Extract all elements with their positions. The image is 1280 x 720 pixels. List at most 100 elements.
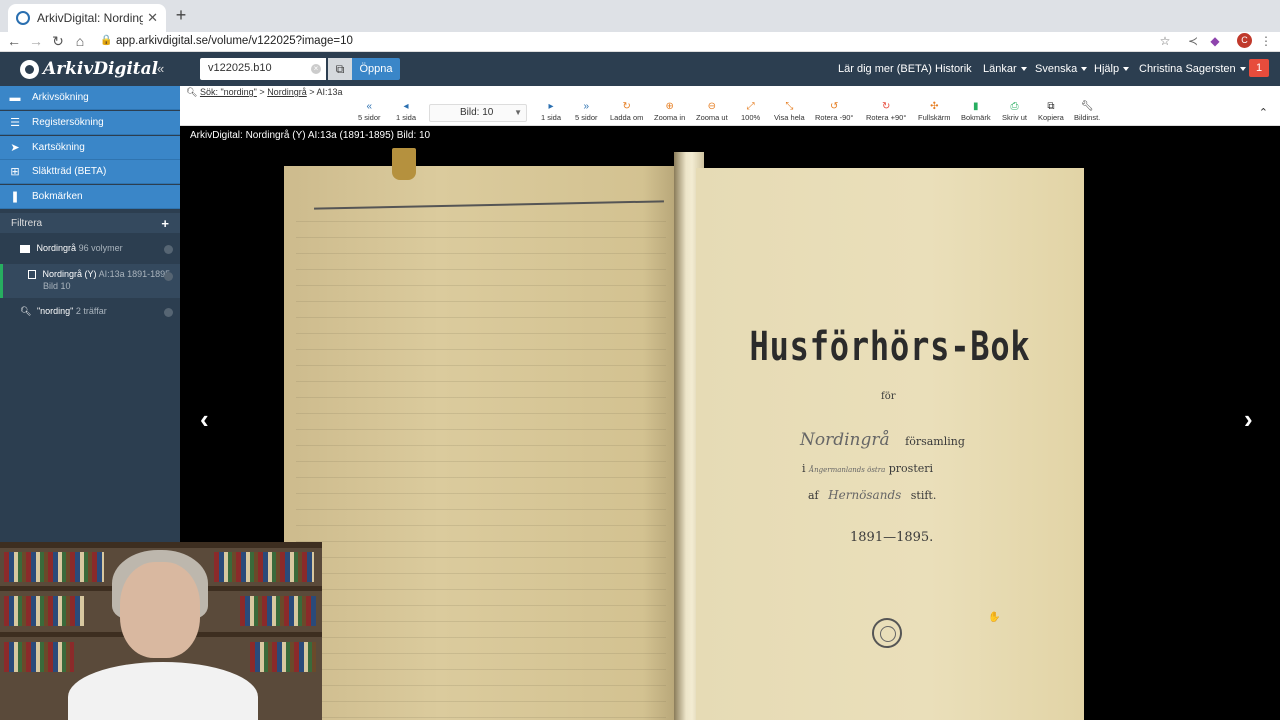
favicon-icon [16,11,30,25]
sidebar-item-label: Släktträd (BETA) [32,166,107,177]
zoom-in-button[interactable]: ⊕ Zooma in [654,101,685,122]
button-label: Rotera +90° [866,113,907,122]
zoom-100-button[interactable]: ⤢ 100% [741,101,760,122]
sidebar-item-kartsokning[interactable]: ➤ Kartsökning [0,136,180,160]
bookmark-icon: ❚ [10,191,20,203]
tree-item-detail: 96 volymer [78,243,123,253]
sidebar-item-label: Arkivsökning [32,92,89,103]
compress-icon: ⤡ [785,101,794,112]
add-filter-icon[interactable]: + [161,216,169,231]
rotate-right-button[interactable]: ↻ Rotera +90° [866,101,906,122]
copy-button[interactable]: ⧉ Kopiera [1038,101,1064,122]
sidebar-item-arkivsokning[interactable]: ▬ Arkivsökning [0,86,180,110]
left-page [284,166,674,720]
chevron-down-icon: ▼ [514,108,522,117]
menu-dots-icon[interactable]: ⋮ [1259,34,1273,48]
print-button[interactable]: ⎙ Skriv ut [1002,101,1027,122]
chevron-right-icon: ▸ [548,101,554,112]
star-icon[interactable]: ☆ [1158,34,1172,48]
tree-item-search[interactable]: 🔍︎ "nording" 2 träffar [0,306,180,322]
chevron-down-icon [1020,67,1027,72]
shelf [0,542,322,548]
books [4,642,74,672]
button-label: 1 sida [541,113,562,122]
filter-header: Filtrera + [0,213,180,233]
fullscreen-button[interactable]: ✣ Fullskärm [918,101,951,122]
page-line-2-prefix: i [802,462,806,475]
person-face [120,562,200,658]
sidebar-item-label: Bokmärken [32,191,83,202]
forward-1-page-button[interactable]: ▸ 1 sida [541,101,561,122]
bookmark-button[interactable]: ▮ Bokmärk [961,101,991,122]
sidebar-item-slakttrad[interactable]: ⊞ Släktträd (BETA) [0,160,180,184]
page-line-3: af Hernösands stift. [808,488,936,502]
image-select[interactable]: Bild: 10 ▼ [429,104,527,122]
back-5-pages-button[interactable]: «5 sidor [358,101,381,122]
menu-history[interactable]: Historik [935,63,972,75]
chevron-down-icon [1081,67,1088,72]
menu-language[interactable]: Svenska [1035,63,1088,75]
menu-help[interactable]: Hjälp [1094,63,1130,75]
remove-filter-icon[interactable] [164,272,173,281]
button-label: Ladda om [610,113,644,122]
copy-link-button[interactable]: ⧉ [328,58,352,80]
lock-icon: 🔒 [100,35,113,46]
page-line-2-text: prosteri [888,462,934,475]
next-image-arrow[interactable]: › [1244,404,1253,435]
button-label: Zooma in [654,113,686,122]
reload-icon[interactable]: ↻ [50,33,66,49]
remove-filter-icon[interactable] [164,245,173,254]
previous-image-arrow[interactable]: ‹ [200,404,209,435]
list-icon: ☰ [10,117,20,129]
collapse-toolbar-icon[interactable]: ⌃ [1259,106,1268,119]
tab-close-icon[interactable]: ✕ [147,10,158,26]
puzzle-icon[interactable]: ◆ [1208,34,1222,48]
image-settings-button[interactable]: 🔧︎ Bildinst. [1074,101,1100,122]
menu-learn-more[interactable]: Lär dig mer (BETA) [838,63,932,75]
tree-item-volume[interactable]: Nordingrå (Y) AI:13a 1891-1895 Bild 10 [0,264,180,298]
fit-page-button[interactable]: ⤡ Visa hela [774,101,805,122]
extension-icon[interactable]: ≺ [1186,34,1200,48]
remove-filter-icon[interactable] [164,308,173,317]
collapse-sidebar-icon[interactable]: « [157,61,164,76]
books [250,642,316,672]
page-title: Husförhörs-Bok [749,324,1031,370]
forward-5-pages-button[interactable]: » 5 sidor [575,101,598,122]
search-icon: 🔍︎ [186,87,198,97]
menu-help-label: Hjälp [1094,63,1120,75]
breadcrumb-search-link[interactable]: Sök: "nording" [200,87,257,97]
zoom-out-icon: ⊖ [707,101,717,112]
open-button[interactable]: Öppna [352,58,400,80]
chevron-left-icon: ◂ [403,101,409,112]
forward-icon[interactable]: → [28,33,44,49]
back-icon[interactable]: ← [6,33,22,49]
image-caption: ArkivDigital: Nordingrå (Y) AI:13a (1891… [190,130,431,141]
rotate-left-button[interactable]: ↺ Rotera -90° [815,101,853,122]
scanned-page-image[interactable]: Husförhörs-Bok för Nordingrå församling … [266,148,1112,720]
tree-item-label: Nordingrå [36,243,77,253]
browser-tab[interactable]: ArkivDigital: Nordingrå (Y) AI:1 ✕ [8,4,166,32]
tree-item-label: Nordingrå (Y) [42,269,97,279]
sidebar-item-registersokning[interactable]: ☰ Registersökning [0,111,180,135]
sidebar-item-bokmarken[interactable]: ❚ Bokmärken [0,185,180,209]
menu-user[interactable]: Christina Sagersten [1139,63,1246,75]
handwritten-parish: Nordingrå [800,430,890,450]
url-field[interactable]: app.arkivdigital.se/volume/v122025?image… [116,35,353,47]
page-line-2: i Ångermanlands östra prosteri [802,462,933,475]
volume-search-input[interactable]: v122025.b10 × [200,58,326,80]
tree-item-parish[interactable]: Nordingrå 96 volymer [0,243,180,259]
search-value: v122025.b10 [208,62,272,74]
notification-badge[interactable]: 1 [1249,59,1269,77]
tree-item-sub: Bild 10 [43,281,71,292]
clear-search-icon[interactable]: × [311,64,321,74]
home-icon[interactable]: ⌂ [72,33,88,49]
zoom-out-button[interactable]: ⊖ Zooma ut [696,101,728,122]
new-tab-icon[interactable]: + [172,5,190,26]
tree-item-detail: AI:13a 1891-1895 [98,269,171,279]
profile-avatar[interactable]: C [1237,33,1252,48]
menu-links[interactable]: Länkar [983,63,1027,75]
back-1-page-button[interactable]: ◂ 1 sida [396,101,416,122]
reload-button[interactable]: ↻ Ladda om [610,101,643,122]
breadcrumb-parish-link[interactable]: Nordingrå [267,87,307,97]
logo[interactable]: ArkivDigital [20,59,158,79]
